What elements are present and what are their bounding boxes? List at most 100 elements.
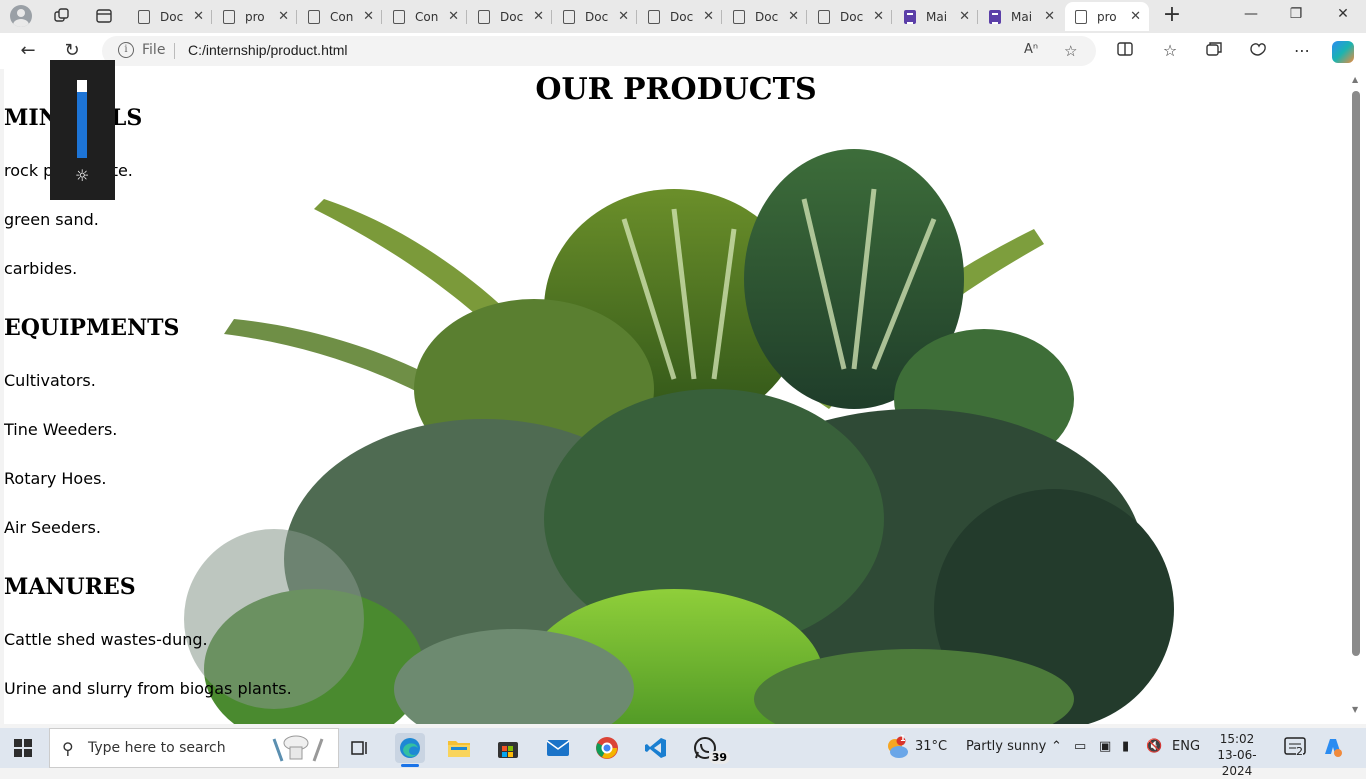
tab-label: Mai bbox=[926, 9, 948, 24]
language-indicator[interactable]: ENG bbox=[1172, 739, 1200, 754]
forms-icon bbox=[904, 9, 916, 24]
restore-button[interactable]: ❐ bbox=[1286, 6, 1306, 22]
vertical-scrollbar[interactable]: ▲ ▼ bbox=[1348, 69, 1366, 724]
close-tab-icon[interactable]: ✕ bbox=[1130, 9, 1141, 24]
meet-now-icon[interactable]: ▣ bbox=[1099, 739, 1111, 754]
taskbar-search-box[interactable]: ⚲ Type here to search bbox=[49, 728, 339, 768]
microsoft-store-icon[interactable] bbox=[493, 733, 523, 763]
tab-label: Mai bbox=[1011, 9, 1033, 24]
close-window-button[interactable]: ✕ bbox=[1333, 6, 1353, 22]
network-icon[interactable]: ▭ bbox=[1074, 739, 1086, 754]
url-text[interactable]: C:/internship/product.html bbox=[188, 42, 348, 58]
favorite-star-icon[interactable]: ☆ bbox=[1064, 42, 1077, 60]
whatsapp-badge: 39 bbox=[708, 751, 730, 764]
mail-icon[interactable] bbox=[543, 733, 573, 763]
whatsapp-icon[interactable]: 39 bbox=[690, 733, 730, 764]
edge-browser-icon[interactable] bbox=[395, 733, 425, 767]
chrome-icon[interactable] bbox=[592, 733, 622, 763]
browser-tab[interactable]: Con ✕ bbox=[383, 2, 467, 31]
list-item: Urine and slurry from biogas plants. bbox=[4, 679, 292, 698]
divider bbox=[174, 43, 175, 59]
browser-tab[interactable]: pro ✕ bbox=[1065, 2, 1149, 31]
taskbar: ⚲ Type here to search 39 1 31°C Partly s… bbox=[0, 728, 1366, 778]
show-hidden-icons-chevron-up-icon[interactable]: ⌃ bbox=[1051, 739, 1062, 754]
browser-tab[interactable]: Doc ✕ bbox=[808, 2, 892, 31]
tab-label: Con bbox=[330, 9, 354, 24]
tab-label: Doc bbox=[840, 9, 864, 24]
tab-label: pro bbox=[245, 9, 265, 24]
close-tab-icon[interactable]: ✕ bbox=[533, 9, 544, 24]
browser-tab[interactable]: Con ✕ bbox=[298, 2, 382, 31]
clock[interactable]: 15:02 13-06-2024 bbox=[1207, 731, 1267, 779]
vertical-tabs-icon[interactable] bbox=[94, 6, 114, 26]
scrollbar-thumb[interactable] bbox=[1352, 91, 1360, 656]
read-aloud-icon[interactable]: Aⁿ bbox=[1024, 42, 1038, 57]
close-tab-icon[interactable]: ✕ bbox=[193, 9, 204, 24]
browser-tab[interactable]: Doc ✕ bbox=[723, 2, 807, 31]
close-tab-icon[interactable]: ✕ bbox=[703, 9, 714, 24]
copilot-icon[interactable] bbox=[1332, 41, 1354, 63]
browser-tab[interactable]: Doc ✕ bbox=[553, 2, 637, 31]
refresh-icon[interactable]: ↻ bbox=[62, 41, 82, 61]
close-tab-icon[interactable]: ✕ bbox=[618, 9, 629, 24]
tab-label: Doc bbox=[500, 9, 524, 24]
navigation-bar: ← ↻ i File C:/internship/product.html Aⁿ… bbox=[0, 33, 1366, 69]
list-item: Cattle shed wastes-dung. bbox=[4, 630, 208, 649]
browser-tab[interactable]: Doc ✕ bbox=[128, 2, 212, 31]
speaker-muted-icon[interactable]: 🔇 bbox=[1146, 739, 1162, 754]
list-item: Tine Weeders. bbox=[4, 420, 118, 439]
weather-temp[interactable]: 31°C bbox=[915, 739, 947, 754]
file-explorer-icon[interactable] bbox=[444, 733, 474, 763]
workspaces-icon[interactable] bbox=[52, 6, 72, 26]
browser-tab[interactable]: Mai ✕ bbox=[894, 2, 978, 31]
page-icon bbox=[308, 9, 320, 24]
page-icon bbox=[478, 9, 490, 24]
list-item: Air Seeders. bbox=[4, 518, 101, 537]
site-info-icon[interactable]: i bbox=[118, 42, 134, 58]
browser-tab[interactable]: Doc ✕ bbox=[468, 2, 552, 31]
windows-start-icon[interactable] bbox=[14, 739, 32, 757]
tab-separator bbox=[551, 10, 552, 24]
close-tab-icon[interactable]: ✕ bbox=[278, 9, 289, 24]
split-screen-icon[interactable] bbox=[1115, 41, 1135, 61]
brightness-level-bar bbox=[77, 92, 87, 158]
weather-icon[interactable] bbox=[884, 736, 910, 764]
page-viewport: OUR PRODUCTS MINERALS rock phosphate. gr… bbox=[4, 69, 1348, 724]
browser-essentials-icon[interactable] bbox=[1248, 41, 1268, 61]
clock-date: 13-06-2024 bbox=[1217, 748, 1257, 778]
vscode-icon[interactable] bbox=[641, 733, 671, 763]
close-tab-icon[interactable]: ✕ bbox=[1044, 9, 1055, 24]
close-tab-icon[interactable]: ✕ bbox=[363, 9, 374, 24]
search-highlight-chef-icon bbox=[272, 735, 324, 762]
copilot-taskbar-icon[interactable] bbox=[1322, 736, 1344, 762]
page-icon bbox=[1075, 9, 1087, 24]
browser-tab[interactable]: Doc ✕ bbox=[638, 2, 722, 31]
page-icon bbox=[818, 9, 830, 24]
list-item: Rotary Hoes. bbox=[4, 469, 107, 488]
battery-icon[interactable]: ▮ bbox=[1122, 739, 1129, 754]
browser-tab[interactable]: Mai ✕ bbox=[979, 2, 1063, 31]
tab-separator bbox=[891, 10, 892, 24]
weather-condition[interactable]: Partly sunny bbox=[966, 739, 1046, 754]
search-icon: ⚲ bbox=[62, 739, 74, 758]
close-tab-icon[interactable]: ✕ bbox=[448, 9, 459, 24]
tab-strip: Doc ✕ pro ✕ Con ✕ Con ✕ Doc ✕ Doc ✕ Doc ✕ Doc ✕ Doc ✕ Mai ✕… bbox=[0, 0, 1366, 33]
task-view-icon[interactable] bbox=[345, 733, 375, 763]
tab-separator bbox=[977, 10, 978, 24]
scroll-down-arrow-icon[interactable]: ▼ bbox=[1352, 705, 1358, 714]
browser-tab[interactable]: pro ✕ bbox=[213, 2, 297, 31]
new-tab-button[interactable]: + bbox=[1161, 4, 1183, 26]
more-options-icon[interactable]: ⋯ bbox=[1292, 41, 1312, 61]
collections-icon[interactable] bbox=[1204, 41, 1224, 61]
address-bar[interactable]: i File C:/internship/product.html Aⁿ ☆ bbox=[102, 36, 1096, 66]
minimize-button[interactable]: — bbox=[1241, 6, 1261, 22]
close-tab-icon[interactable]: ✕ bbox=[959, 9, 970, 24]
close-tab-icon[interactable]: ✕ bbox=[873, 9, 884, 24]
scroll-up-arrow-icon[interactable]: ▲ bbox=[1352, 75, 1358, 84]
back-arrow-icon[interactable]: ← bbox=[18, 41, 38, 61]
favorites-icon[interactable]: ☆ bbox=[1160, 41, 1180, 61]
tab-separator bbox=[381, 10, 382, 24]
profile-avatar-icon[interactable] bbox=[8, 5, 34, 27]
close-tab-icon[interactable]: ✕ bbox=[788, 9, 799, 24]
page-icon bbox=[138, 9, 150, 24]
